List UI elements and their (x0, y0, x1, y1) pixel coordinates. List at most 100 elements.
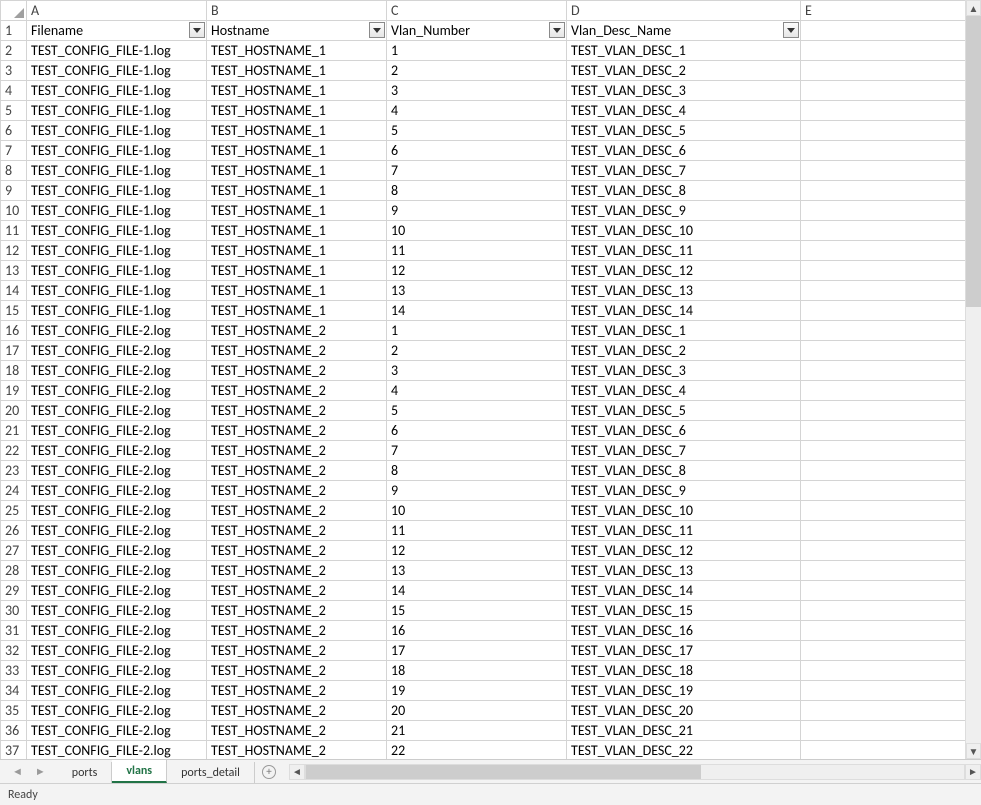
cell[interactable] (801, 461, 981, 481)
row-header[interactable]: 5 (1, 101, 27, 121)
row-header[interactable]: 2 (1, 41, 27, 61)
cell[interactable]: 7 (387, 161, 567, 181)
cell[interactable]: TEST_HOSTNAME_2 (207, 341, 387, 361)
cell[interactable]: TEST_HOSTNAME_2 (207, 461, 387, 481)
cell[interactable]: 10 (387, 221, 567, 241)
cell[interactable]: TEST_VLAN_DESC_12 (567, 541, 801, 561)
filter-dropdown-icon[interactable] (783, 22, 799, 38)
cell[interactable]: TEST_VLAN_DESC_12 (567, 261, 801, 281)
cell[interactable]: TEST_HOSTNAME_2 (207, 641, 387, 661)
row-header[interactable]: 6 (1, 121, 27, 141)
cell[interactable] (801, 741, 981, 760)
cell[interactable]: 9 (387, 201, 567, 221)
cell[interactable]: TEST_HOSTNAME_2 (207, 621, 387, 641)
cell[interactable]: 13 (387, 561, 567, 581)
cell[interactable]: TEST_CONFIG_FILE-2.log (27, 321, 207, 341)
cell[interactable]: 18 (387, 661, 567, 681)
cell[interactable]: 21 (387, 721, 567, 741)
cell[interactable]: TEST_CONFIG_FILE-1.log (27, 41, 207, 61)
cell[interactable]: 16 (387, 621, 567, 641)
cell[interactable]: TEST_HOSTNAME_2 (207, 541, 387, 561)
vscroll-thumb[interactable] (966, 16, 981, 307)
cell[interactable]: TEST_VLAN_DESC_1 (567, 321, 801, 341)
col-header-D[interactable]: D (567, 1, 801, 21)
cell[interactable]: TEST_HOSTNAME_2 (207, 681, 387, 701)
row-header[interactable]: 10 (1, 201, 27, 221)
cell[interactable]: 8 (387, 461, 567, 481)
row-header[interactable]: 32 (1, 641, 27, 661)
cell[interactable] (801, 141, 981, 161)
row-header[interactable]: 18 (1, 361, 27, 381)
row-header[interactable]: 28 (1, 561, 27, 581)
row-header[interactable]: 21 (1, 421, 27, 441)
cell[interactable]: TEST_HOSTNAME_1 (207, 281, 387, 301)
cell[interactable] (801, 581, 981, 601)
cell[interactable]: TEST_VLAN_DESC_22 (567, 741, 801, 760)
cell[interactable]: TEST_VLAN_DESC_1 (567, 41, 801, 61)
cell[interactable]: 6 (387, 141, 567, 161)
sheet-tab-ports[interactable]: ports (58, 762, 113, 783)
header-cell-hostname[interactable]: Hostname (207, 21, 387, 41)
cell[interactable] (801, 261, 981, 281)
row-header[interactable]: 19 (1, 381, 27, 401)
cell[interactable]: TEST_CONFIG_FILE-2.log (27, 401, 207, 421)
cell[interactable]: TEST_VLAN_DESC_8 (567, 181, 801, 201)
cell[interactable]: TEST_CONFIG_FILE-2.log (27, 721, 207, 741)
cell[interactable]: TEST_CONFIG_FILE-2.log (27, 681, 207, 701)
cell[interactable]: TEST_HOSTNAME_2 (207, 441, 387, 461)
cell[interactable]: 3 (387, 81, 567, 101)
cell[interactable]: 7 (387, 441, 567, 461)
row-header[interactable]: 27 (1, 541, 27, 561)
cell[interactable]: 17 (387, 641, 567, 661)
cell[interactable]: TEST_VLAN_DESC_20 (567, 701, 801, 721)
row-header[interactable]: 12 (1, 241, 27, 261)
cell[interactable]: TEST_CONFIG_FILE-2.log (27, 561, 207, 581)
cell[interactable]: 14 (387, 301, 567, 321)
row-header[interactable]: 30 (1, 601, 27, 621)
cell[interactable]: TEST_HOSTNAME_1 (207, 201, 387, 221)
hscroll-thumb[interactable] (306, 765, 701, 779)
cell[interactable]: 10 (387, 501, 567, 521)
cell[interactable] (801, 61, 981, 81)
cell[interactable]: 2 (387, 61, 567, 81)
cell[interactable] (801, 541, 981, 561)
cell[interactable]: TEST_VLAN_DESC_2 (567, 341, 801, 361)
col-header-C[interactable]: C (387, 1, 567, 21)
cell[interactable]: TEST_CONFIG_FILE-1.log (27, 241, 207, 261)
cell[interactable]: TEST_VLAN_DESC_9 (567, 481, 801, 501)
filter-dropdown-icon[interactable] (369, 22, 385, 38)
cell[interactable] (801, 341, 981, 361)
cell[interactable]: 4 (387, 101, 567, 121)
cell[interactable]: TEST_HOSTNAME_2 (207, 381, 387, 401)
cell[interactable]: TEST_VLAN_DESC_11 (567, 241, 801, 261)
cell[interactable]: 22 (387, 741, 567, 760)
cell[interactable]: TEST_CONFIG_FILE-1.log (27, 181, 207, 201)
cell[interactable] (801, 201, 981, 221)
row-header[interactable]: 4 (1, 81, 27, 101)
cell[interactable] (801, 81, 981, 101)
cell[interactable]: 6 (387, 421, 567, 441)
tab-nav-arrows[interactable]: ◄ ► (0, 760, 58, 783)
cell[interactable]: TEST_VLAN_DESC_10 (567, 221, 801, 241)
row-header[interactable]: 25 (1, 501, 27, 521)
cell[interactable]: TEST_HOSTNAME_2 (207, 721, 387, 741)
row-header[interactable]: 35 (1, 701, 27, 721)
cell[interactable]: TEST_CONFIG_FILE-1.log (27, 301, 207, 321)
cell[interactable]: 5 (387, 401, 567, 421)
cell[interactable]: TEST_VLAN_DESC_4 (567, 381, 801, 401)
cell[interactable]: TEST_HOSTNAME_1 (207, 181, 387, 201)
row-header[interactable]: 22 (1, 441, 27, 461)
cell[interactable]: TEST_HOSTNAME_1 (207, 161, 387, 181)
cell[interactable]: TEST_HOSTNAME_2 (207, 421, 387, 441)
cell[interactable] (801, 501, 981, 521)
cell[interactable]: 12 (387, 541, 567, 561)
cell[interactable]: TEST_HOSTNAME_2 (207, 661, 387, 681)
cell[interactable] (801, 681, 981, 701)
cell[interactable]: TEST_HOSTNAME_1 (207, 241, 387, 261)
worksheet-grid[interactable]: A B C D E 1 Filename Hostname Vlan_Numb (0, 0, 981, 759)
row-header[interactable]: 3 (1, 61, 27, 81)
tab-nav-next-icon[interactable]: ► (35, 765, 46, 778)
cell[interactable]: TEST_CONFIG_FILE-1.log (27, 161, 207, 181)
cell[interactable]: 1 (387, 41, 567, 61)
cell[interactable]: TEST_VLAN_DESC_10 (567, 501, 801, 521)
